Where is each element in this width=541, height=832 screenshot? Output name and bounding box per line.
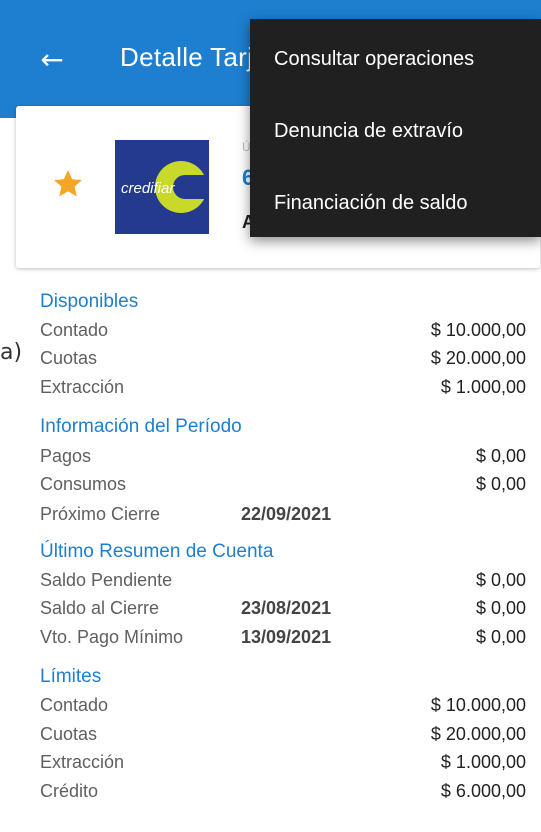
detail-row: Cuotas $ 20.000,00	[40, 724, 526, 749]
row-label: Vto. Pago Mínimo	[40, 627, 184, 647]
row-amount: $ 0,00	[475, 570, 526, 590]
detail-row: Contado $ 10.000,00	[40, 320, 526, 345]
row-label: Extracción	[40, 377, 125, 397]
section-periodo-title: Información del Período	[40, 416, 242, 437]
row-date: 23/08/2021	[241, 598, 332, 618]
row-label: Cuotas	[40, 724, 98, 744]
row-amount: $ 1.000,00	[440, 752, 526, 772]
section-disponibles-title: Disponibles	[40, 291, 139, 312]
menu-item-financiacion-saldo[interactable]: Financiación de saldo	[250, 167, 541, 239]
row-label: Extracción	[40, 752, 125, 772]
row-label: Cuotas	[40, 348, 98, 368]
row-amount: $ 6.000,00	[440, 781, 526, 801]
detail-row: Próximo Cierre 22/09/2021	[40, 504, 526, 529]
row-label: Próximo Cierre	[40, 504, 161, 524]
detail-row: Crédito $ 6.000,00	[40, 781, 526, 806]
row-amount: $ 20.000,00	[430, 348, 526, 368]
row-label: Contado	[40, 695, 109, 715]
detail-row: Extracción $ 1.000,00	[40, 377, 526, 402]
detail-row: Pagos $ 0,00	[40, 446, 526, 471]
arrow-left-icon: ←	[40, 43, 64, 76]
star-icon[interactable]	[52, 168, 84, 200]
menu-item-denuncia-extravio[interactable]: Denuncia de extravío	[250, 95, 541, 167]
stray-text: a)	[0, 340, 23, 365]
row-date: 13/09/2021	[241, 627, 332, 647]
row-amount: $ 20.000,00	[430, 724, 526, 744]
row-label: Consumos	[40, 474, 127, 494]
detail-row: Consumos $ 0,00	[40, 474, 526, 499]
credifiar-logo: credifiar	[115, 140, 209, 234]
detail-row: Cuotas $ 20.000,00	[40, 348, 526, 373]
row-label: Saldo al Cierre	[40, 598, 160, 618]
row-amount: $ 0,00	[475, 474, 526, 494]
back-button[interactable]: ←	[30, 40, 74, 80]
menu-item-consultar-operaciones[interactable]: Consultar operaciones	[250, 23, 541, 95]
row-date: 22/09/2021	[241, 504, 332, 524]
detail-row: Saldo Pendiente $ 0,00	[40, 570, 526, 595]
detail-row: Extracción $ 1.000,00	[40, 752, 526, 777]
section-limites-title: Límites	[40, 666, 102, 687]
row-label: Pagos	[40, 446, 92, 466]
row-label: Contado	[40, 320, 109, 340]
detail-row: Vto. Pago Mínimo 13/09/2021 $ 0,00	[40, 627, 526, 652]
row-amount: $ 10.000,00	[430, 695, 526, 715]
section-resumen-title: Último Resumen de Cuenta	[40, 541, 274, 562]
row-amount: $ 1.000,00	[440, 377, 526, 397]
row-amount: $ 10.000,00	[430, 320, 526, 340]
logo-text: credifiar	[121, 180, 175, 197]
row-amount: $ 0,00	[475, 598, 526, 618]
row-amount: $ 0,00	[475, 627, 526, 647]
row-amount: $ 0,00	[475, 446, 526, 466]
overflow-menu: Consultar operaciones Denuncia de extrav…	[250, 19, 541, 237]
detail-row: Contado $ 10.000,00	[40, 695, 526, 720]
row-label: Crédito	[40, 781, 99, 801]
row-label: Saldo Pendiente	[40, 570, 173, 590]
detail-row: Saldo al Cierre 23/08/2021 $ 0,00	[40, 598, 526, 623]
